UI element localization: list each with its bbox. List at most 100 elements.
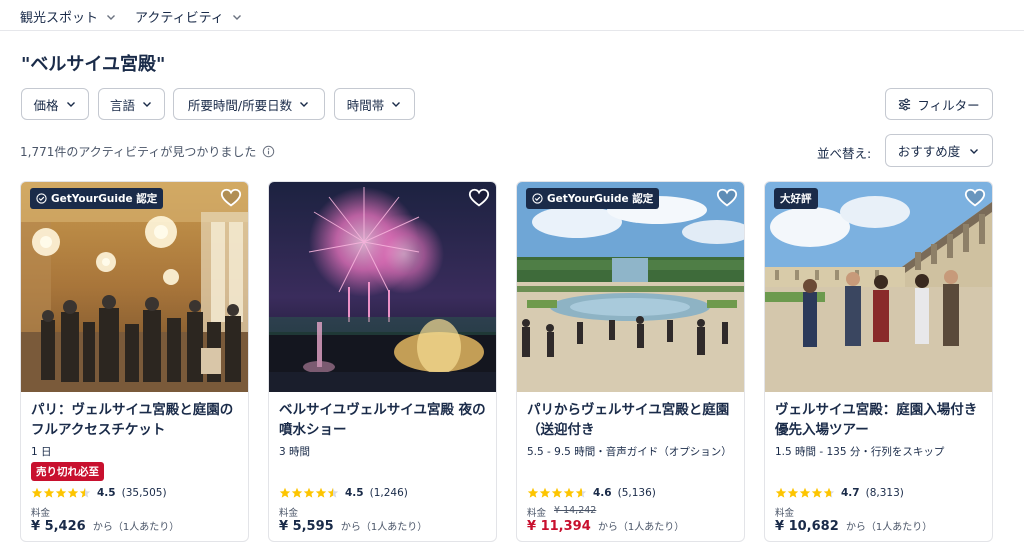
filter-label: 言語: [109, 97, 135, 113]
star-icon: [527, 487, 539, 498]
filter-button[interactable]: フィルター: [885, 88, 993, 120]
chevron-down-icon: [970, 148, 979, 154]
verified-badge: GetYourGuide 認定: [30, 188, 164, 209]
activity-card[interactable]: GetYourGuide 認定 パリからヴェルサイユ宮殿と庭園（送迎付き 5.5…: [516, 181, 745, 542]
rating: 4.5 (35,505): [31, 487, 167, 499]
price: ¥ 10,682: [775, 519, 839, 534]
filter-time-of-day-button[interactable]: 時間帯: [334, 88, 415, 120]
nav-item-label: アクティビティ: [135, 11, 224, 26]
heart-icon[interactable]: [468, 187, 490, 209]
info-icon[interactable]: [262, 145, 275, 158]
activity-card[interactable]: ベルサイユヴェルサイユ宮殿 夜の噴水ショー 3 時間 4.5 (1,246) 料…: [268, 181, 497, 542]
star-icon: [787, 487, 799, 498]
sort-value: おすすめ度: [897, 144, 961, 159]
star-icon: [551, 487, 563, 498]
star-icon: [539, 487, 551, 498]
price-label-text: 料金: [527, 508, 547, 519]
star-icon: [563, 487, 575, 498]
filter-sliders-icon: [899, 98, 911, 110]
activity-card[interactable]: 大好評 ヴェルサイユ宮殿：庭園入場付き優先入場ツアー 1.5 時間 - 135 …: [764, 181, 993, 542]
activity-photo-hall-of-mirrors: [21, 182, 248, 392]
activity-photo-tour-group: [765, 182, 992, 392]
rating-score: 4.7: [841, 487, 860, 499]
activity-photo-gardens: [517, 182, 744, 392]
chevron-down-icon: [66, 102, 75, 107]
activity-meta: 1.5 時間 - 135 分・行列をスキップ: [775, 446, 945, 458]
price-label: 料金: [279, 505, 298, 519]
price-suffix: から（1人あたり）: [845, 522, 933, 533]
star-rating: [279, 487, 339, 499]
chevron-down-icon: [143, 102, 151, 107]
badge-label: GetYourGuide 認定: [547, 193, 654, 205]
chevron-down-icon: [300, 102, 309, 107]
activity-title[interactable]: ヴェルサイユ宮殿：庭園入場付き優先入場ツアー: [775, 400, 985, 440]
activity-card[interactable]: GetYourGuide 認定 パリ：ヴェルサイユ宮殿と庭園のフルアクセスチケッ…: [20, 181, 249, 542]
price-label: 料金: [775, 505, 794, 519]
activity-meta: 5.5 - 9.5 時間・音声ガイド（オプション）: [527, 446, 732, 458]
verified-badge: GetYourGuide 認定: [526, 188, 660, 209]
price-row: ¥ 10,682 から（1人あたり）: [775, 518, 932, 534]
price-suffix: から（1人あたり）: [340, 522, 428, 533]
activity-photo-fireworks: [269, 182, 496, 392]
heart-icon[interactable]: [716, 187, 738, 209]
star-icon: [315, 487, 327, 498]
review-count: (8,313): [865, 487, 904, 499]
verified-check-icon: [532, 193, 543, 204]
filter-language-button[interactable]: 言語: [98, 88, 165, 120]
star-icon: [43, 487, 55, 498]
badge-label: GetYourGuide 認定: [51, 193, 158, 205]
page-title: "ベルサイユ宮殿": [21, 54, 166, 75]
rating-score: 4.6: [593, 487, 612, 499]
chevron-down-icon: [392, 102, 401, 107]
activity-title[interactable]: ベルサイユヴェルサイユ宮殿 夜の噴水ショー: [279, 400, 489, 440]
filter-duration-button[interactable]: 所要時間/所要日数: [173, 88, 325, 120]
filter-price-button[interactable]: 価格: [21, 88, 89, 120]
urgency-badge: 売り切れ必至: [31, 462, 104, 481]
top-nav: 観光スポット アクティビティ: [0, 0, 1024, 31]
review-count: (35,505): [121, 487, 167, 499]
price-suffix: から（1人あたり）: [597, 522, 685, 533]
popular-badge: 大好評: [774, 188, 818, 209]
price-row: ¥ 11,394 から（1人あたり）: [527, 518, 684, 534]
rating-score: 4.5: [97, 487, 116, 499]
price-label-text: 料金: [31, 508, 51, 519]
filter-button-label: フィルター: [917, 97, 980, 113]
star-icon: [55, 487, 67, 498]
review-count: (1,246): [369, 487, 408, 499]
star-half-icon: [823, 487, 835, 498]
results-count: 1,771件のアクティビティが見つかりました: [20, 143, 275, 160]
chevron-down-icon: [107, 14, 116, 20]
verified-check-icon: [36, 193, 47, 204]
price-row: ¥ 5,426 から（1人あたり）: [31, 518, 179, 534]
badge-label: 大好評: [780, 193, 812, 205]
price-label-text: 料金: [279, 508, 299, 519]
results-count-text: 1,771件のアクティビティが見つかりました: [20, 145, 257, 159]
filter-label: 価格: [33, 97, 59, 113]
nav-item-attractions[interactable]: 観光スポット: [20, 7, 117, 26]
star-half-icon: [79, 487, 91, 498]
sale-price: ¥ 11,394: [527, 519, 591, 534]
activity-title[interactable]: パリ：ヴェルサイユ宮殿と庭園のフルアクセスチケット: [31, 400, 241, 440]
activity-meta: 1 日: [31, 446, 52, 458]
sort-select[interactable]: おすすめ度: [885, 134, 993, 167]
nav-item-label: 観光スポット: [20, 11, 99, 26]
nav-item-activities[interactable]: アクティビティ: [135, 7, 243, 26]
star-icon: [31, 487, 43, 498]
price: ¥ 5,426: [31, 519, 86, 534]
star-half-icon: [327, 487, 339, 498]
heart-icon[interactable]: [220, 187, 242, 209]
price-row: ¥ 5,595 から（1人あたり）: [279, 518, 427, 534]
review-count: (5,136): [617, 487, 656, 499]
star-icon: [303, 487, 315, 498]
star-half-icon: [575, 487, 587, 498]
star-rating: [775, 487, 835, 499]
star-icon: [799, 487, 811, 498]
star-icon: [775, 487, 787, 498]
star-icon: [67, 487, 79, 498]
star-icon: [811, 487, 823, 498]
rating: 4.7 (8,313): [775, 487, 904, 499]
rating-score: 4.5: [345, 487, 364, 499]
heart-icon[interactable]: [964, 187, 986, 209]
star-icon: [279, 487, 291, 498]
activity-title[interactable]: パリからヴェルサイユ宮殿と庭園（送迎付き: [527, 400, 737, 440]
